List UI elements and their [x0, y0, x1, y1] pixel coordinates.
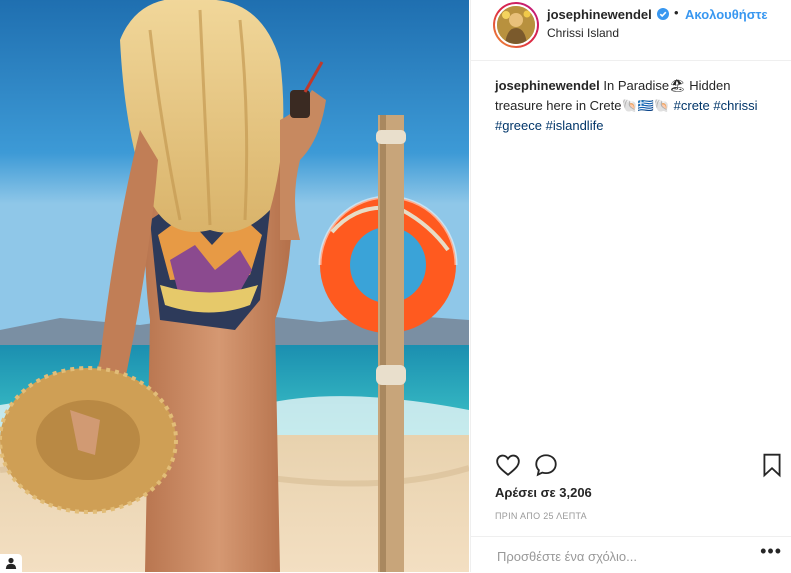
instagram-post: josephinewendel • Ακολουθήστε Chrissi Is… — [0, 0, 791, 572]
hashtag-link[interactable]: #chrissi — [713, 98, 757, 113]
likes-count[interactable]: Αρέσει σε 3,206 — [495, 485, 592, 500]
comment-icon — [535, 454, 557, 477]
avatar[interactable] — [493, 2, 539, 48]
post-timestamp[interactable]: ΠΡΙΝ ΑΠΟ 25 ΛΕΠΤΑ — [495, 511, 587, 521]
hashtag-link[interactable]: #crete — [674, 98, 710, 113]
caption-text: In Paradise — [603, 78, 670, 93]
follow-button[interactable]: Ακολουθήστε — [685, 7, 768, 22]
post-sidebar: josephinewendel • Ακολουθήστε Chrissi Is… — [470, 0, 791, 572]
shell-flag-emoji: 🐚🇬🇷🐚 — [621, 98, 671, 113]
verified-badge-icon — [657, 8, 669, 20]
action-bar — [471, 446, 791, 482]
post-photo[interactable] — [0, 0, 469, 572]
comment-button[interactable] — [533, 452, 559, 478]
more-options-button[interactable]: ••• — [760, 541, 782, 562]
bookmark-icon — [763, 453, 781, 478]
separator-dot: • — [674, 5, 679, 20]
post-caption: josephinewendel In Paradise🏖 Hidden trea… — [495, 76, 775, 136]
beach-emoji: 🏖 — [669, 78, 686, 93]
location-link[interactable]: Chrissi Island — [547, 26, 619, 40]
like-button[interactable] — [495, 452, 521, 478]
username-link[interactable]: josephinewendel — [547, 7, 652, 22]
user-tag-button[interactable] — [0, 554, 22, 572]
save-button[interactable] — [759, 452, 785, 478]
hashtag-link[interactable]: #greece — [495, 118, 542, 133]
avatar-image — [495, 4, 537, 46]
user-tag-icon — [5, 557, 17, 569]
hashtag-link[interactable]: #islandlife — [546, 118, 604, 133]
beach-photo-illustration — [0, 0, 469, 572]
post-header: josephinewendel • Ακολουθήστε Chrissi Is… — [471, 0, 791, 61]
comment-bar: ••• — [471, 536, 791, 573]
caption-username-link[interactable]: josephinewendel — [495, 78, 600, 93]
comment-input[interactable] — [495, 545, 739, 567]
heart-icon — [496, 454, 520, 476]
